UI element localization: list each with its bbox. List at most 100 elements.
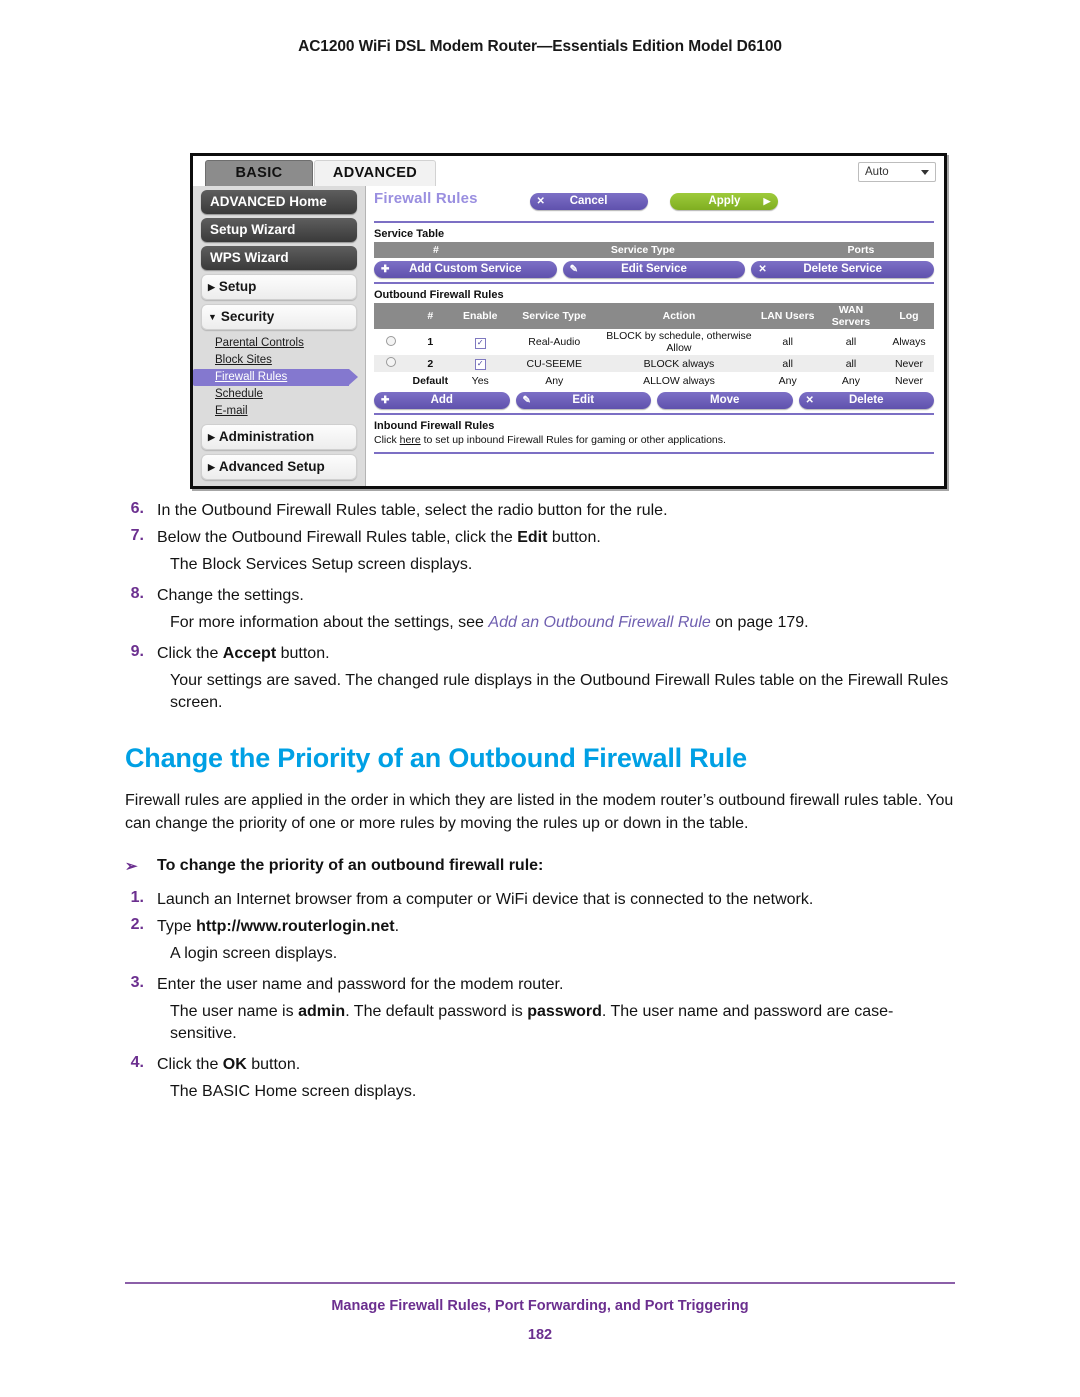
apply-button[interactable]: Apply ▶: [670, 193, 779, 211]
keyword-admin: admin: [298, 1003, 346, 1020]
router-ui-screenshot-figure: BASIC ADVANCED Auto ADVANCED Home Setup …: [190, 153, 947, 489]
sidebar-item-email[interactable]: E-mail: [193, 403, 365, 420]
sidebar-item-schedule[interactable]: Schedule: [193, 386, 365, 403]
edit-service-button[interactable]: ✎ Edit Service: [562, 261, 746, 278]
step-text-pre: Type: [157, 918, 197, 935]
pencil-icon: ✎: [569, 264, 579, 275]
row-enable-cell[interactable]: ✓: [452, 355, 508, 372]
para-post: on page 179.: [710, 614, 809, 631]
arrow-bullet-icon: ➢: [125, 858, 138, 875]
edit-button[interactable]: ✎ Edit: [515, 392, 651, 409]
close-icon: ✕: [805, 395, 814, 406]
nav-section-security[interactable]: ▼ Security: [201, 304, 357, 330]
nav-section-administration[interactable]: ▶ Administration: [201, 424, 357, 450]
row-enable-cell[interactable]: ✓: [453, 329, 508, 355]
paragraph-settings-saved: Your settings are saved. The changed rul…: [170, 672, 949, 711]
step-text: Launch an Internet browser from a comput…: [157, 891, 814, 908]
procedure-heading: ➢ To change the priority of an outbound …: [125, 857, 955, 875]
language-select[interactable]: Auto: [858, 162, 936, 182]
col-wan-servers: WAN Servers: [817, 303, 884, 329]
divider: [374, 221, 934, 223]
add-custom-service-button[interactable]: ✚ Add Custom Service: [374, 261, 557, 278]
col-select: [374, 303, 408, 329]
row-action: BLOCK by schedule, otherwise Allow: [606, 330, 752, 354]
col-ports: Ports: [787, 242, 934, 258]
checkbox-checked-icon[interactable]: ✓: [474, 337, 486, 349]
col-lan-users: LAN Users: [757, 303, 818, 329]
row-num: 1: [427, 336, 434, 348]
step-text-post: button.: [276, 645, 330, 662]
delete-button[interactable]: ✕ Delete: [798, 392, 934, 409]
col-log: Log: [883, 303, 934, 329]
nav-section-advanced-setup-label: Advanced Setup: [218, 459, 325, 474]
col-num: #: [374, 242, 498, 258]
plus-icon: ✚: [381, 395, 390, 406]
nav-section-security-label: Security: [220, 309, 275, 324]
step-text: Enter the user name and password for the…: [157, 976, 564, 993]
paragraph-credentials: The user name is admin. The default pass…: [170, 1001, 955, 1045]
tab-advanced[interactable]: ADVANCED: [314, 160, 436, 186]
checkbox-checked-icon[interactable]: ✓: [474, 359, 486, 370]
nav-setup-wizard[interactable]: Setup Wizard: [201, 218, 357, 242]
close-icon: ✕: [536, 196, 545, 208]
step-text: Click the OK button.: [157, 1054, 955, 1076]
list-item: 8. Change the settings.: [125, 585, 955, 607]
outbound-rules-buttons: ✚ Add ✎ Edit Move ✕ Delete: [374, 392, 934, 409]
sidebar-item-parental-controls[interactable]: Parental Controls: [193, 335, 365, 352]
col-enable: Enable: [452, 303, 508, 329]
row-radio-cell[interactable]: [374, 355, 408, 372]
row-service-type: CU-SEEME: [507, 355, 601, 372]
list-item: 1. Launch an Internet browser from a com…: [125, 889, 955, 911]
row-num: Default: [412, 374, 449, 387]
delete-service-button[interactable]: ✕ Delete Service: [751, 261, 935, 278]
footer-page-number: 182: [527, 1327, 553, 1343]
radio-button[interactable]: [385, 335, 396, 346]
chevron-down-icon: ▼: [208, 312, 217, 322]
list-item: 6. In the Outbound Firewall Rules table,…: [125, 500, 955, 522]
cross-reference-link[interactable]: Add an Outbound Firewall Rule: [488, 614, 710, 631]
add-button-label: Add: [430, 394, 453, 406]
list-item: 3. Enter the user name and password for …: [125, 974, 955, 996]
row-wan-servers: Any: [841, 374, 861, 387]
table-row: 1 ✓ Real-Audio BLOCK by schedule, otherw…: [374, 329, 934, 355]
router-tab-bar: BASIC ADVANCED Auto: [193, 156, 944, 186]
security-submenu: Parental Controls Block Sites Firewall R…: [193, 335, 365, 420]
router-login-url: http://www.routerlogin.net: [196, 918, 395, 935]
nav-section-advanced-setup[interactable]: ▶ Advanced Setup: [201, 454, 357, 480]
step-number: 9.: [130, 643, 144, 660]
row-lan-users: Any: [778, 374, 797, 387]
tab-basic[interactable]: BASIC: [205, 160, 313, 186]
radio-button[interactable]: [385, 357, 396, 367]
delete-service-label: Delete Service: [803, 263, 882, 275]
row-radio-cell[interactable]: [374, 329, 408, 355]
keyword-ok: OK: [222, 1056, 247, 1073]
divider: [374, 413, 934, 415]
move-button[interactable]: Move: [657, 392, 793, 409]
procedure-heading-text: To change the priority of an outbound fi…: [157, 857, 544, 874]
inbound-note-link[interactable]: here: [400, 434, 421, 446]
sidebar-item-block-sites[interactable]: Block Sites: [193, 352, 365, 369]
step-text: Type http://www.routerlogin.net.: [157, 916, 955, 938]
cancel-button[interactable]: ✕ Cancel: [529, 193, 648, 211]
step-text-pre: Click the: [157, 1056, 223, 1073]
nav-section-administration-label: Administration: [218, 429, 315, 444]
table-row: 2 ✓ CU-SEEME BLOCK always all all Never: [374, 355, 934, 372]
nav-section-setup[interactable]: ▶ Setup: [201, 274, 357, 300]
inbound-note-post: to set up inbound Firewall Rules for gam…: [420, 434, 726, 446]
add-button[interactable]: ✚ Add: [374, 392, 510, 409]
col-action: Action: [600, 303, 758, 329]
step-text-pre: Below the Outbound Firewall Rules table,…: [157, 529, 518, 546]
row-service-type: Any: [545, 374, 564, 387]
step-number: 2.: [130, 916, 144, 933]
service-table: # Service Type Ports: [374, 242, 934, 258]
row-enable: Yes: [471, 374, 489, 387]
paragraph-login-screen: A login screen displays.: [170, 945, 338, 962]
nav-wps-wizard[interactable]: WPS Wizard: [201, 246, 357, 270]
nav-advanced-home[interactable]: ADVANCED Home: [201, 190, 357, 214]
divider: [374, 452, 934, 454]
step-text: Click the Accept button.: [157, 643, 955, 665]
keyword-edit: Edit: [517, 529, 548, 546]
sidebar-item-firewall-rules[interactable]: Firewall Rules: [193, 369, 358, 386]
paragraph-more-info: For more information about the settings,…: [170, 612, 955, 634]
service-table-label: Service Table: [374, 228, 445, 240]
